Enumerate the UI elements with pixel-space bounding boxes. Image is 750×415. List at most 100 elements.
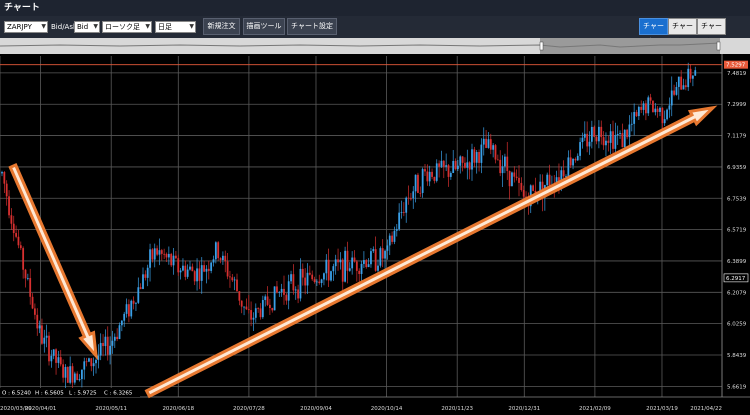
candle-up: [52, 349, 55, 356]
candle-down: [36, 314, 39, 329]
candle-down: [144, 274, 147, 278]
candle-up: [299, 268, 302, 299]
chart-window: チャート ZARJPY ▼ Bid/Ask Bid ▼ ローソク足 ▼ 日足 ▼…: [0, 0, 750, 415]
candle-down: [402, 212, 405, 213]
candle-up: [579, 142, 581, 156]
candle-up: [278, 291, 281, 293]
candle-up: [367, 264, 370, 268]
candle-down: [257, 308, 260, 310]
candle-up: [222, 255, 224, 260]
candle-up: [659, 107, 661, 112]
symbol-value: ZARJPY: [7, 23, 32, 31]
candle-up: [504, 156, 506, 167]
candle-down: [381, 248, 384, 259]
candle-down: [219, 258, 222, 260]
candle-down: [247, 309, 250, 311]
candle-up: [363, 260, 365, 264]
chart-settings-button[interactable]: チャート設定: [287, 18, 337, 35]
chart-style-value: ローソク足: [105, 23, 140, 31]
candle-down: [71, 366, 74, 383]
candle-up: [590, 126, 593, 142]
candle-down: [593, 126, 596, 137]
candle-up: [614, 135, 617, 149]
candle-up: [172, 255, 175, 266]
candle-down: [165, 253, 168, 258]
candle-down: [304, 277, 307, 286]
candle-down: [29, 278, 32, 297]
symbol-select[interactable]: ZARJPY ▼: [4, 21, 48, 33]
candle-up: [325, 259, 328, 274]
candle-up: [457, 165, 459, 169]
candle-up: [623, 129, 626, 148]
candle-up: [273, 286, 276, 311]
timeframe-select[interactable]: 日足 ▼: [155, 21, 196, 33]
candle-down: [689, 68, 692, 79]
candle-down: [285, 294, 288, 301]
price-axis-label: 6.2079: [727, 290, 747, 296]
candle-down: [271, 307, 274, 311]
candle-down: [602, 137, 605, 146]
candle-down: [17, 236, 20, 246]
candle-up: [395, 229, 398, 231]
candle-up: [125, 304, 128, 314]
new-order-button[interactable]: 新規注文: [203, 18, 240, 35]
candle-down: [297, 289, 299, 299]
candle-up: [609, 131, 612, 143]
candle-down: [600, 126, 603, 138]
candle-down: [48, 335, 50, 362]
date-axis-label: 2020/12/31: [508, 406, 540, 412]
candle-down: [473, 149, 476, 163]
candle-down: [574, 158, 577, 161]
candle-up: [88, 358, 90, 362]
candle-down: [607, 140, 610, 143]
tab-chart-3[interactable]: チャート3: [697, 18, 726, 45]
candle-down: [680, 76, 683, 90]
tab-chart-2[interactable]: チャート2: [668, 18, 697, 45]
candle-up: [261, 300, 264, 318]
candle-down: [478, 152, 480, 163]
drawing-tools-button[interactable]: 描画ツール: [243, 18, 285, 35]
candle-up: [306, 272, 309, 286]
candle-up: [43, 337, 46, 344]
price-chart[interactable]: 7.4819 7.2999 7.1179 6.9359 6.7539 6.5719 6.38…: [0, 54, 750, 415]
candle-up: [414, 174, 417, 192]
date-axis-label: 2020/11/23: [441, 406, 473, 412]
candle-up: [567, 157, 570, 177]
candle-down: [426, 171, 429, 182]
candle-up: [290, 274, 292, 282]
candle-up: [135, 302, 137, 304]
candle-up: [252, 317, 255, 320]
candle-down: [442, 160, 445, 167]
tab-chart-1[interactable]: チャート1: [639, 18, 668, 45]
candle-up: [210, 262, 213, 271]
candle-down: [19, 245, 22, 249]
candle-down: [513, 172, 516, 177]
candle-up: [487, 139, 490, 148]
candle-up: [412, 191, 415, 199]
candle-down: [132, 300, 135, 304]
current-price-value: 7.5297: [726, 63, 746, 69]
chart-navigator[interactable]: [0, 38, 750, 54]
candle-down: [236, 279, 238, 292]
candle-down: [652, 100, 654, 113]
candle-down: [62, 364, 64, 378]
price-type-select[interactable]: Bid ▼: [74, 21, 100, 33]
candle-down: [308, 272, 311, 275]
date-axis-label: 2020/10/14: [371, 406, 403, 412]
candle-down: [41, 325, 43, 344]
candle-down: [346, 250, 349, 271]
candle-down: [327, 259, 330, 281]
candle-up: [264, 296, 267, 301]
candle-up: [81, 369, 83, 380]
candle-down: [532, 185, 534, 191]
candle-up: [475, 152, 478, 163]
chevron-down-icon: ▼: [189, 23, 194, 30]
candle-up: [189, 266, 191, 270]
candle-down: [431, 171, 433, 177]
candle-up: [146, 267, 149, 278]
candle-down: [203, 265, 205, 272]
candle-up: [654, 108, 657, 113]
candle-up: [628, 124, 631, 138]
chart-style-select[interactable]: ローソク足 ▼: [102, 21, 152, 33]
price-axis-label: 6.3899: [727, 259, 747, 265]
